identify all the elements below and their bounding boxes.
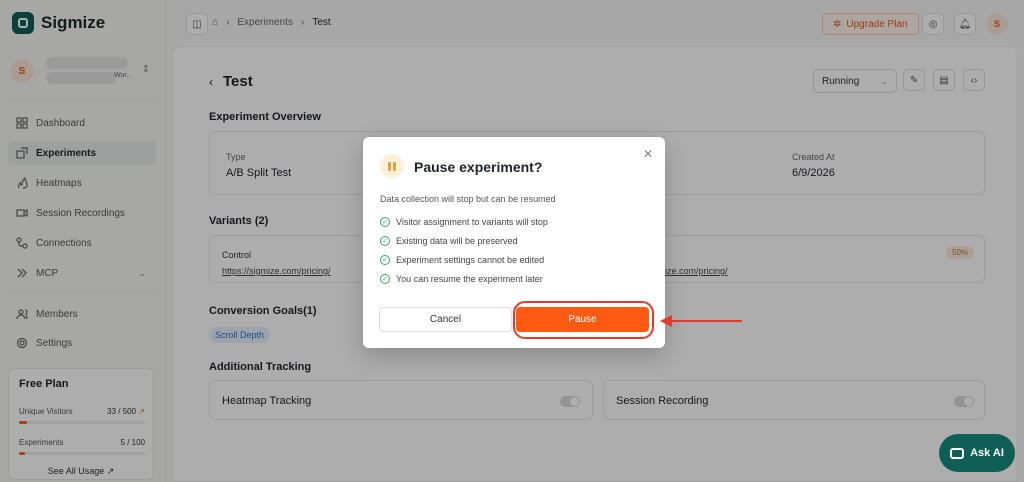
annotation-arrow-icon <box>660 315 672 327</box>
dialog-title: Pause experiment? <box>414 159 543 175</box>
consequence-item: ✓ Experiment settings cannot be edited <box>380 255 544 265</box>
cancel-button[interactable]: Cancel <box>379 307 512 332</box>
consequence-item: ✓ Existing data will be preserved <box>380 236 518 246</box>
pause-icon <box>380 154 404 178</box>
consequence-item: ✓ Visitor assignment to variants will st… <box>380 217 548 227</box>
check-circle-icon: ✓ <box>380 236 390 246</box>
annotation-arrow-line <box>672 320 742 322</box>
check-circle-icon: ✓ <box>380 255 390 265</box>
dialog-description: Data collection will stop but can be res… <box>380 194 556 204</box>
chat-icon <box>950 447 965 459</box>
ask-ai-button[interactable]: Ask AI <box>939 434 1015 472</box>
check-circle-icon: ✓ <box>380 274 390 284</box>
annotation-highlight-ring <box>513 301 654 339</box>
close-icon[interactable]: ✕ <box>643 147 653 161</box>
consequence-item: ✓ You can resume the experiment later <box>380 274 543 284</box>
check-circle-icon: ✓ <box>380 217 390 227</box>
